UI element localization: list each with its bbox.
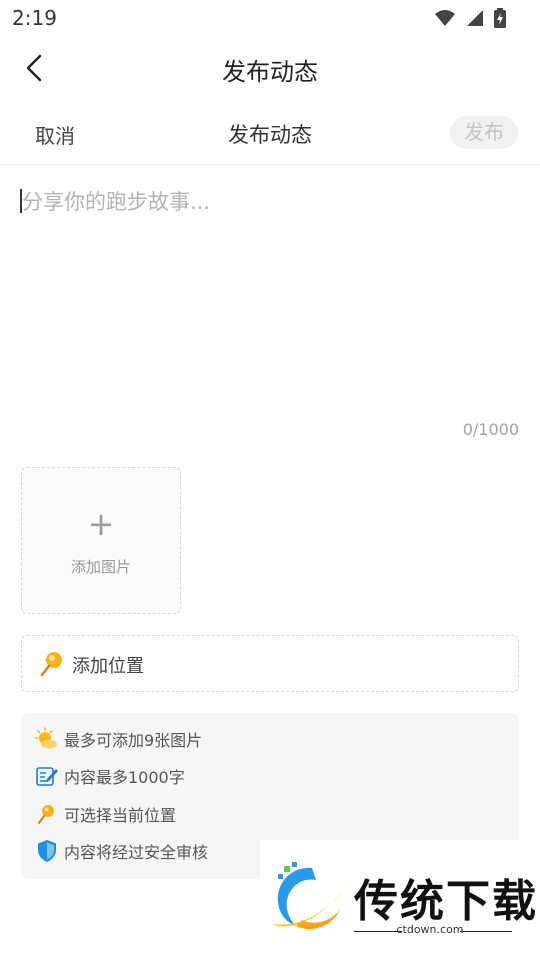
add-photo-button[interactable]: + 添加图片 [21,467,181,614]
watermark-logo: 传统下载 ctdown.com [260,840,540,960]
battery-icon [494,8,506,28]
watermark-url: ctdown.com [396,923,464,936]
wifi-icon [435,10,455,26]
status-time: 2:19 [12,6,57,30]
pin-icon [38,805,54,824]
tip-item: 最多可添加9张图片 [35,727,202,751]
edit-note-icon [36,767,58,786]
shield-icon [38,840,56,862]
char-counter: 0/1000 [462,420,519,439]
action-bar: 取消 发布动态 发布 [0,100,540,165]
tip-text: 内容最多1000字 [64,768,185,787]
signal-icon [467,10,483,26]
story-textarea[interactable]: 分享你的跑步故事... [20,186,518,406]
add-location-button[interactable]: 添加位置 [21,635,519,692]
watermark-name: 传统下载 [354,876,538,927]
status-icons [434,8,506,28]
tip-item: 内容最多1000字 [35,764,185,788]
plus-icon: + [87,505,115,543]
status-bar: 2:19 [0,0,540,36]
pin-icon [40,652,62,677]
title-bar: 发布动态 [0,36,540,100]
tip-text: 最多可添加9张图片 [64,731,203,750]
story-placeholder: 分享你的跑步故事... [22,190,211,214]
tip-item: 内容将经过安全审核 [35,839,208,863]
tip-text: 内容将经过安全审核 [64,843,209,862]
tip-item: 可选择当前位置 [35,802,176,826]
sun-cloud-icon [35,727,57,749]
page-title: 发布动态 [222,58,318,86]
tip-text: 可选择当前位置 [64,806,177,825]
publish-button[interactable]: 发布 [450,116,518,149]
text-caret [20,189,22,213]
add-location-label: 添加位置 [72,656,144,677]
add-photo-label: 添加图片 [70,558,131,576]
